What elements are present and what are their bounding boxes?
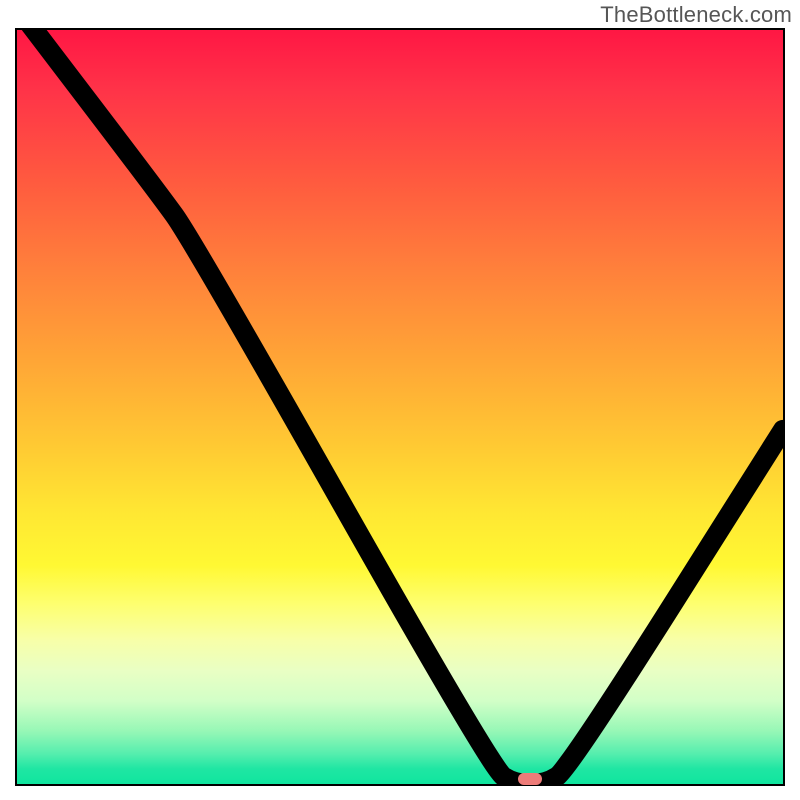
bottleneck-curve: [17, 30, 783, 784]
chart-plot-area: [15, 28, 785, 786]
watermark-text: TheBottleneck.com: [600, 2, 792, 28]
curve-path: [17, 30, 783, 784]
optimal-marker: [518, 773, 542, 785]
